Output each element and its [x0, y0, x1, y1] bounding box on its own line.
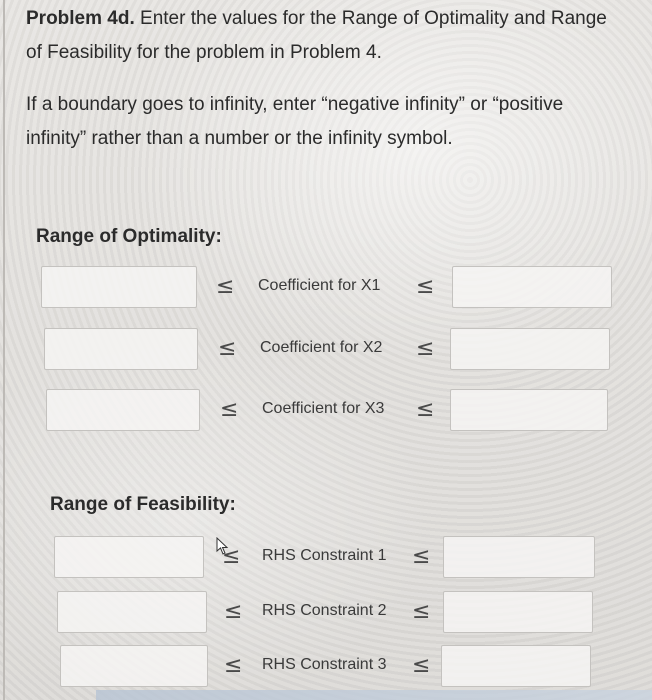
- le-symbol: ≤: [220, 397, 239, 422]
- problem-label: Problem 4d.: [26, 8, 135, 29]
- x3-upper-input[interactable]: [450, 389, 608, 431]
- le-symbol: ≤: [412, 653, 431, 678]
- range-of-optimality-title: Range of Optimality:: [36, 226, 222, 247]
- feasibility-row-constraint-2: ≤ RHS Constraint 2 ≤: [0, 591, 652, 635]
- constraint2-lower-input[interactable]: [57, 591, 207, 633]
- mouse-pointer-icon: [216, 537, 229, 555]
- optimality-row-x2: ≤ Coefficient for X2 ≤: [0, 328, 652, 372]
- infinity-note-2: infinity” rather than a number or the in…: [26, 128, 453, 149]
- bottom-toolbar-edge: [96, 690, 652, 700]
- le-symbol: ≤: [412, 544, 431, 569]
- infinity-note-1: If a boundary goes to infinity, enter “n…: [26, 94, 564, 115]
- x1-label: Coefficient for X1: [258, 277, 381, 294]
- constraint3-lower-input[interactable]: [60, 645, 208, 687]
- le-symbol: ≤: [218, 336, 237, 361]
- le-symbol: ≤: [416, 336, 435, 361]
- x2-lower-input[interactable]: [44, 328, 198, 370]
- x2-label: Coefficient for X2: [260, 339, 383, 356]
- constraint1-label: RHS Constraint 1: [262, 547, 387, 564]
- problem-instruction-1: Enter the values for the Range of Optima…: [134, 8, 607, 29]
- constraint2-label: RHS Constraint 2: [262, 602, 387, 619]
- constraint3-label: RHS Constraint 3: [262, 656, 387, 673]
- x2-upper-input[interactable]: [450, 328, 610, 370]
- optimality-row-x3: ≤ Coefficient for X3 ≤: [0, 389, 652, 433]
- x1-upper-input[interactable]: [452, 266, 612, 308]
- le-symbol: ≤: [416, 397, 435, 422]
- x1-lower-input[interactable]: [41, 266, 197, 308]
- feasibility-row-constraint-1: ≤ RHS Constraint 1 ≤: [0, 536, 652, 580]
- le-symbol: ≤: [224, 599, 243, 624]
- le-symbol: ≤: [224, 653, 243, 678]
- range-of-feasibility-title: Range of Feasibility:: [50, 494, 236, 515]
- le-symbol: ≤: [412, 599, 431, 624]
- constraint1-lower-input[interactable]: [54, 536, 204, 578]
- x3-lower-input[interactable]: [46, 389, 200, 431]
- le-symbol: ≤: [216, 274, 235, 299]
- le-symbol: ≤: [416, 274, 435, 299]
- problem-instruction-2: of Feasibility for the problem in Proble…: [26, 42, 382, 63]
- problem-statement: Problem 4d. Enter the values for the Ran…: [26, 2, 652, 156]
- constraint2-upper-input[interactable]: [443, 591, 593, 633]
- constraint1-upper-input[interactable]: [443, 536, 595, 578]
- optimality-row-x1: ≤ Coefficient for X1 ≤: [0, 266, 652, 310]
- feasibility-row-constraint-3: ≤ RHS Constraint 3 ≤: [0, 645, 652, 689]
- constraint3-upper-input[interactable]: [441, 645, 591, 687]
- x3-label: Coefficient for X3: [262, 400, 385, 417]
- problem-title-line-1: Problem 4d. Enter the values for the Ran…: [26, 2, 652, 36]
